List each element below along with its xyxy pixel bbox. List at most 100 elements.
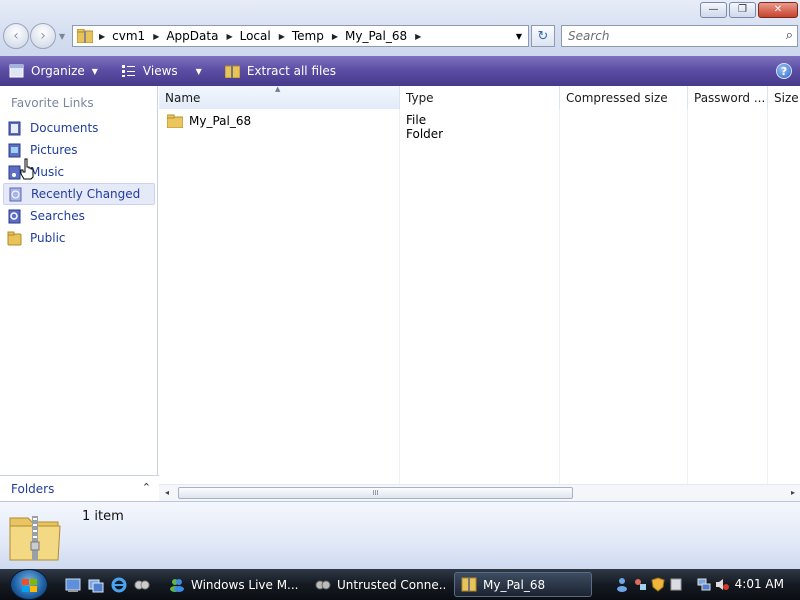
zip-folder-icon xyxy=(77,29,93,43)
volume-muted-icon[interactable] xyxy=(715,577,729,592)
extract-all-files-button[interactable]: Extract all files xyxy=(224,64,336,78)
scroll-left-icon[interactable]: ◂ xyxy=(165,488,169,497)
horizontal-scrollbar[interactable]: ◂ III ▸ xyxy=(159,484,800,501)
extract-all-files-label: Extract all files xyxy=(246,64,336,78)
breadcrumb-temp[interactable]: Temp xyxy=(292,29,324,43)
nav-item-recently-changed[interactable]: Recently Changed xyxy=(3,183,155,205)
chevron-up-icon: ⌃ xyxy=(141,481,151,494)
nav-item-public[interactable]: Public xyxy=(3,227,155,249)
nav-item-label: Recently Changed xyxy=(31,187,141,201)
breadcrumb-separator-icon[interactable]: ▶ xyxy=(226,32,232,41)
column-header-name[interactable]: ▲ Name xyxy=(159,86,400,109)
column-divider xyxy=(767,109,768,484)
nav-item-searches[interactable]: Searches xyxy=(3,205,155,227)
forward-button[interactable]: › xyxy=(30,23,56,49)
scroll-right-icon[interactable]: ▸ xyxy=(791,488,795,497)
item-count: 1 item xyxy=(82,509,124,524)
task-untrusted-connection[interactable]: Untrusted Conne... xyxy=(309,572,447,597)
breadcrumb-my-pal-68[interactable]: My_Pal_68 xyxy=(345,29,407,43)
file-name-cell[interactable]: My_Pal_68 xyxy=(167,114,397,128)
clock[interactable]: 4:01 AM xyxy=(735,577,784,591)
taskbar: Windows Live M... Untrusted Conne... My_… xyxy=(0,569,800,600)
window-controls: — ❐ ✕ xyxy=(700,2,798,18)
column-headers: ▲ Name Type Compressed size Password ...… xyxy=(159,86,800,109)
file-type: File Folder xyxy=(406,113,444,141)
list-item[interactable]: My_Pal_68 File Folder xyxy=(167,111,443,141)
title-bar: — ❐ ✕ ‹ › ▼ ▶ cvm1 ▶ AppData ▶ Local ▶ T… xyxy=(0,0,800,56)
searches-icon xyxy=(8,209,21,223)
pictures-icon xyxy=(8,143,21,157)
address-dropdown-button[interactable]: ▼ xyxy=(516,32,522,41)
views-icon xyxy=(121,65,135,77)
documents-icon xyxy=(8,121,21,135)
file-name: My_Pal_68 xyxy=(189,114,252,128)
breadcrumb-cvm1[interactable]: cvm1 xyxy=(112,29,145,43)
maximize-button[interactable]: ❐ xyxy=(729,2,756,18)
folders-label: Folders xyxy=(11,481,55,496)
windows-logo-icon xyxy=(22,579,37,592)
zip-folder-icon xyxy=(9,516,61,561)
folders-toggle[interactable]: Folders ⌃ xyxy=(0,475,159,501)
breadcrumb-separator-icon[interactable]: ▶ xyxy=(153,32,159,41)
search-input[interactable]: Search ⌕ xyxy=(561,25,798,47)
column-header-type[interactable]: Type xyxy=(400,86,560,109)
internet-explorer-icon[interactable] xyxy=(111,577,127,593)
breadcrumb-separator-icon[interactable]: ▶ xyxy=(332,32,338,41)
views-dropdown-icon[interactable]: ▼ xyxy=(196,67,202,76)
breadcrumb-local[interactable]: Local xyxy=(240,29,271,43)
column-divider xyxy=(559,109,560,484)
generic-tray-icon[interactable] xyxy=(669,577,683,592)
task-label: My_Pal_68 xyxy=(483,577,546,592)
details-pane: 1 item xyxy=(0,501,800,569)
task-label: Untrusted Conne... xyxy=(337,577,447,592)
views-button[interactable]: Views ▼ xyxy=(121,64,202,78)
security-shield-icon[interactable] xyxy=(651,577,665,592)
close-button[interactable]: ✕ xyxy=(758,2,798,18)
column-header-size[interactable]: Size xyxy=(768,86,800,109)
task-my-pal-68[interactable]: My_Pal_68 xyxy=(454,572,592,597)
sort-ascending-icon: ▲ xyxy=(275,86,281,93)
network-users-icon[interactable] xyxy=(633,577,647,592)
start-button[interactable] xyxy=(10,569,48,600)
organize-label: Organize xyxy=(31,64,85,78)
column-divider xyxy=(399,109,400,484)
column-header-password[interactable]: Password ... xyxy=(688,86,768,109)
breadcrumb-separator-icon[interactable]: ▶ xyxy=(279,32,285,41)
search-icon[interactable]: ⌕ xyxy=(786,28,793,43)
address-bar[interactable]: ▶ cvm1 ▶ AppData ▶ Local ▶ Temp ▶ My_Pal… xyxy=(72,25,529,47)
media-center-icon[interactable] xyxy=(134,577,150,593)
scrollbar-thumb[interactable]: III xyxy=(178,487,573,499)
minimize-button[interactable]: — xyxy=(700,2,727,18)
forward-arrow-icon: › xyxy=(40,28,46,44)
column-header-compressed-size[interactable]: Compressed size xyxy=(560,86,688,109)
recently-changed-icon xyxy=(9,187,22,201)
network-icon[interactable] xyxy=(697,577,711,592)
nav-item-label: Music xyxy=(30,165,65,179)
breadcrumb-appdata[interactable]: AppData xyxy=(166,29,218,43)
nav-item-documents[interactable]: Documents xyxy=(3,117,155,139)
show-desktop-icon[interactable] xyxy=(65,577,81,593)
organize-button[interactable]: Organize ▼ xyxy=(9,64,98,78)
views-label: Views xyxy=(142,64,178,78)
breadcrumb-separator-icon[interactable]: ▶ xyxy=(415,32,421,41)
favorite-links-heading: Favorite Links xyxy=(11,96,94,110)
task-windows-live-messenger[interactable]: Windows Live M... xyxy=(163,572,301,597)
column-divider xyxy=(687,109,688,484)
nav-item-label: Pictures xyxy=(30,143,78,157)
zip-folder-icon xyxy=(461,577,477,592)
task-label: Windows Live M... xyxy=(191,577,299,592)
nav-item-label: Public xyxy=(30,231,66,245)
organize-icon xyxy=(9,64,24,78)
switch-windows-icon[interactable] xyxy=(88,577,104,593)
untrusted-connection-icon xyxy=(315,580,331,590)
breadcrumb-separator-icon[interactable]: ▶ xyxy=(99,32,105,41)
user-accounts-icon[interactable] xyxy=(615,577,629,592)
refresh-icon: ↻ xyxy=(537,28,549,44)
recent-pages-dropdown[interactable]: ▼ xyxy=(59,32,65,41)
back-button[interactable]: ‹ xyxy=(3,23,29,49)
organize-dropdown-icon: ▼ xyxy=(91,66,98,76)
refresh-button[interactable]: ↻ xyxy=(531,25,555,47)
file-list: ▲ Name Type Compressed size Password ...… xyxy=(159,86,800,501)
help-icon[interactable]: ? xyxy=(776,63,792,79)
hand-cursor-icon xyxy=(20,158,34,180)
